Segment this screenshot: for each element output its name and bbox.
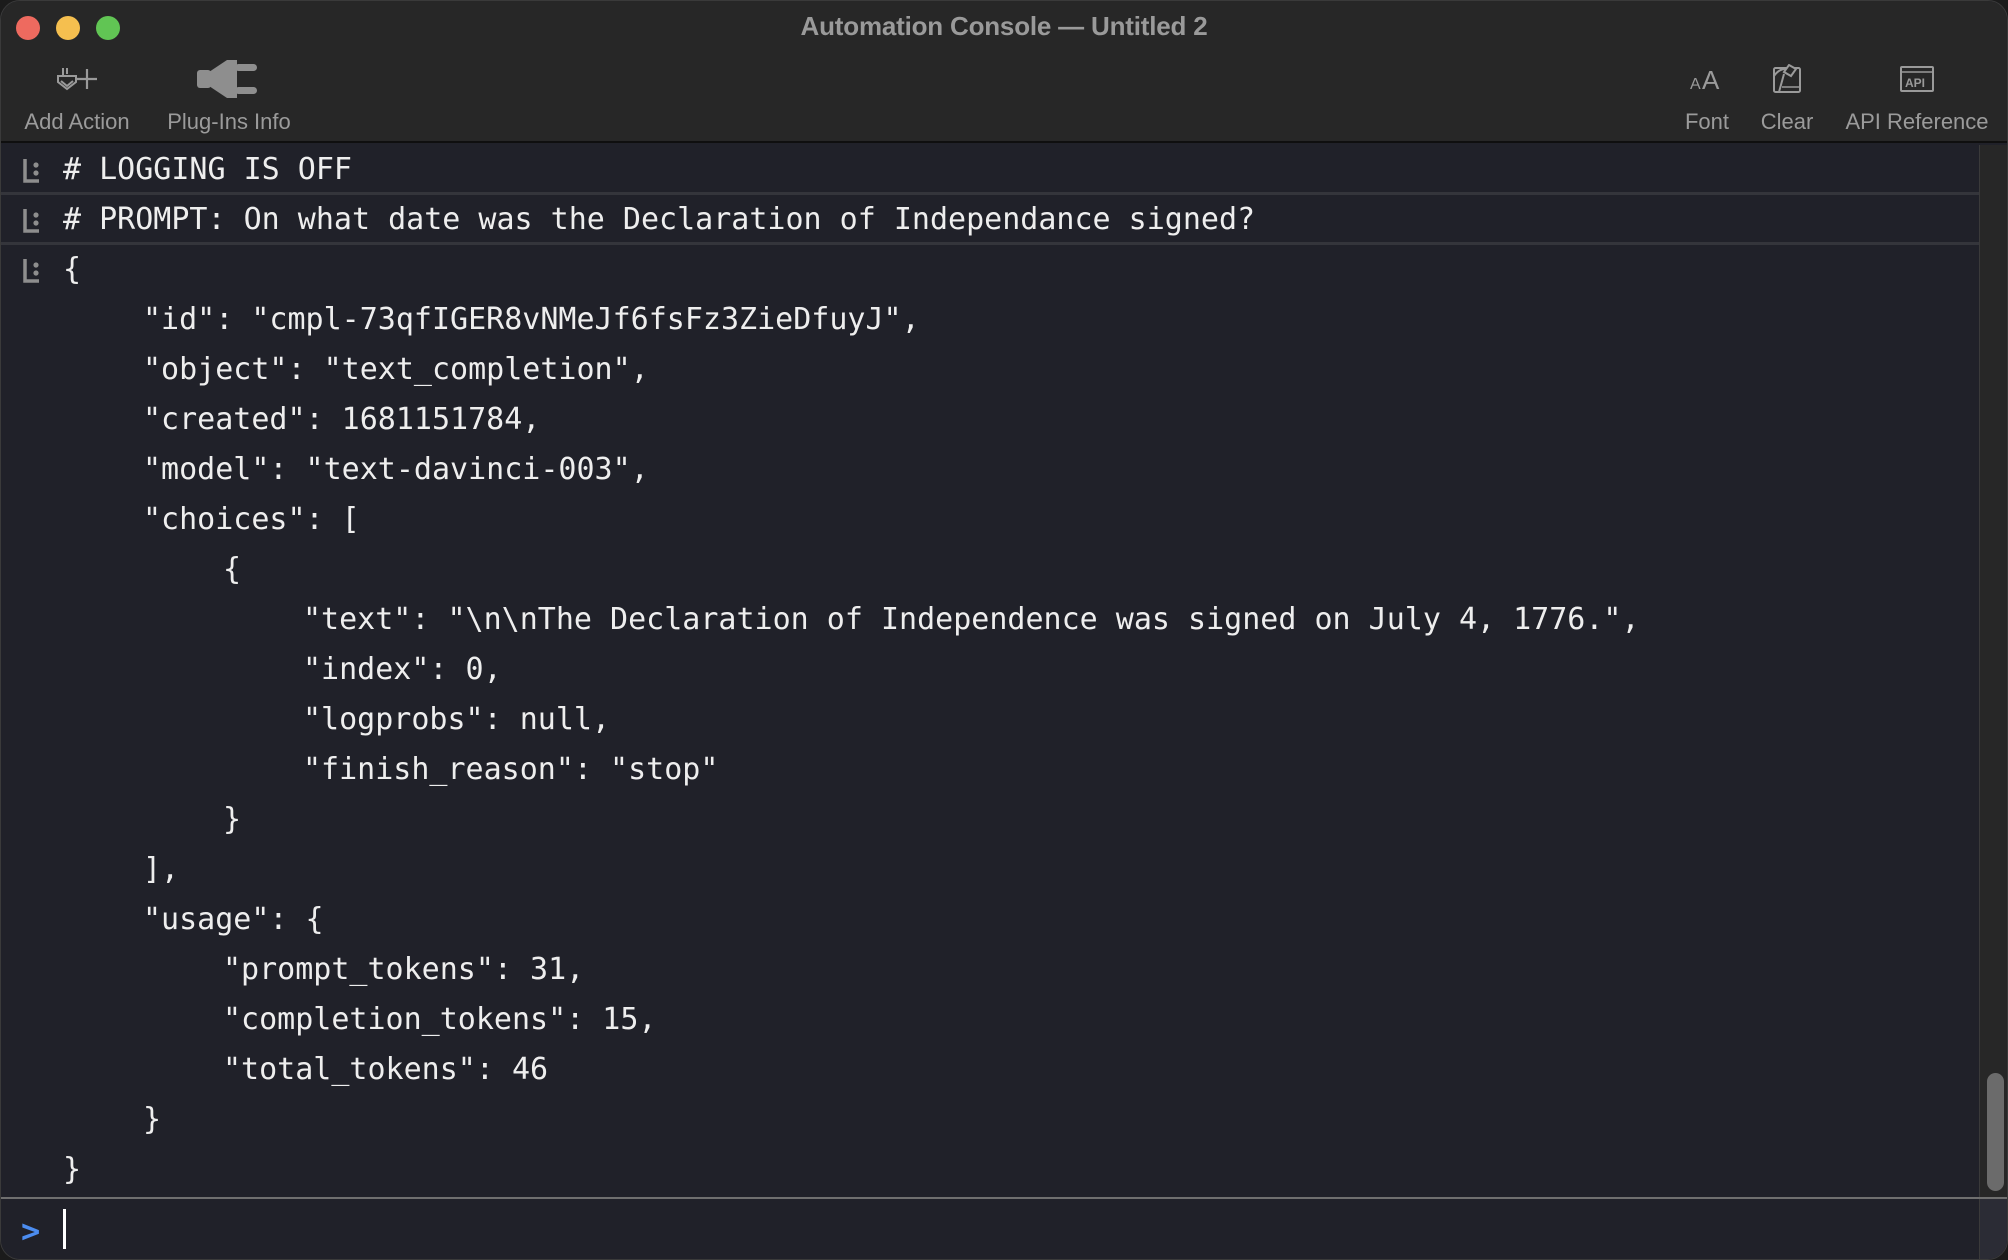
add-action-button[interactable]: Add Action — [17, 59, 137, 135]
api-reference-button[interactable]: API API Reference — [1839, 59, 1995, 135]
log-comment: # LOGGING IS OFF — [63, 152, 352, 187]
json-line: "model": "text-davinci-003", — [143, 452, 649, 487]
log-entry[interactable]: # LOGGING IS OFF — [1, 145, 1979, 195]
font-size-icon: A A — [1689, 59, 1725, 99]
scrollbar-thumb[interactable] — [1987, 1073, 2004, 1191]
vertical-scrollbar[interactable] — [1979, 145, 2007, 1197]
json-line: "total_tokens": 46 — [223, 1052, 549, 1087]
json-line: { — [223, 552, 242, 587]
font-label: Font — [1684, 109, 1730, 134]
clear-button[interactable]: Clear — [1751, 59, 1823, 135]
json-line: "index": 0, — [303, 652, 502, 687]
json-line: "usage": { — [143, 902, 324, 937]
clear-icon — [1771, 59, 1803, 99]
json-result: { "id": "cmpl-73qfIGER8vNMeJf6fsFz3ZieDfu… — [1, 245, 1979, 1195]
prompt-chevron-icon: > — [21, 1212, 41, 1250]
json-line: "choices": [ — [143, 502, 360, 537]
add-action-icon — [55, 59, 99, 99]
json-line: "prompt_tokens": 31, — [223, 952, 585, 987]
json-line: { — [63, 252, 82, 287]
log-entry-result[interactable]: { "id": "cmpl-73qfIGER8vNMeJf6fsFz3ZieDfu… — [1, 245, 1979, 1195]
entry-marker-icon — [23, 159, 39, 183]
window-title: Automation Console — Untitled 2 — [800, 11, 1208, 41]
log-entry[interactable]: # PROMPT: On what date was the Declarati… — [1, 195, 1979, 245]
title-bar: Automation Console — Untitled 2 Add Acti… — [1, 1, 2007, 143]
automation-console-window: Automation Console — Untitled 2 Add Acti… — [0, 0, 2008, 1260]
api-icon: API — [1900, 59, 1934, 99]
entry-marker-icon — [23, 259, 39, 283]
svg-text:A: A — [1690, 76, 1701, 93]
json-line: "created": 1681151784, — [143, 402, 541, 437]
json-line: } — [223, 802, 242, 837]
plug-icon — [197, 59, 261, 99]
json-line: "object": "text_completion", — [143, 352, 649, 387]
json-line: "logprobs": null, — [303, 702, 611, 737]
clear-label: Clear — [1760, 109, 1814, 134]
api-reference-label: API Reference — [1845, 109, 1989, 134]
json-line: } — [63, 1152, 82, 1187]
svg-text:API: API — [1905, 76, 1925, 90]
svg-text:A: A — [1702, 65, 1720, 94]
json-line: } — [143, 1102, 162, 1137]
entry-marker-icon — [23, 209, 39, 233]
add-action-label: Add Action — [24, 109, 130, 134]
json-line: "id": "cmpl-73qfIGER8vNMeJf6fsFz3ZieDfuy… — [143, 302, 920, 337]
log-comment: # PROMPT: On what date was the Declarati… — [63, 202, 1256, 237]
json-line: "text": "\n\nThe Declaration of Independ… — [303, 602, 1640, 637]
json-line: ], — [143, 852, 180, 887]
plugins-info-button[interactable]: Plug-Ins Info — [159, 59, 299, 135]
text-caret — [63, 1209, 66, 1249]
json-line: "finish_reason": "stop" — [303, 752, 719, 787]
font-button[interactable]: A A Font — [1677, 59, 1737, 135]
command-input[interactable] — [71, 1207, 1951, 1253]
command-input-bar: > — [1, 1197, 2007, 1259]
console-output[interactable]: # LOGGING IS OFF # PROMPT: On what date … — [1, 145, 1979, 1197]
scrollbar-corner — [1979, 1199, 2007, 1259]
plugins-info-label: Plug-Ins Info — [167, 109, 291, 134]
json-line: "completion_tokens": 15, — [223, 1002, 657, 1037]
